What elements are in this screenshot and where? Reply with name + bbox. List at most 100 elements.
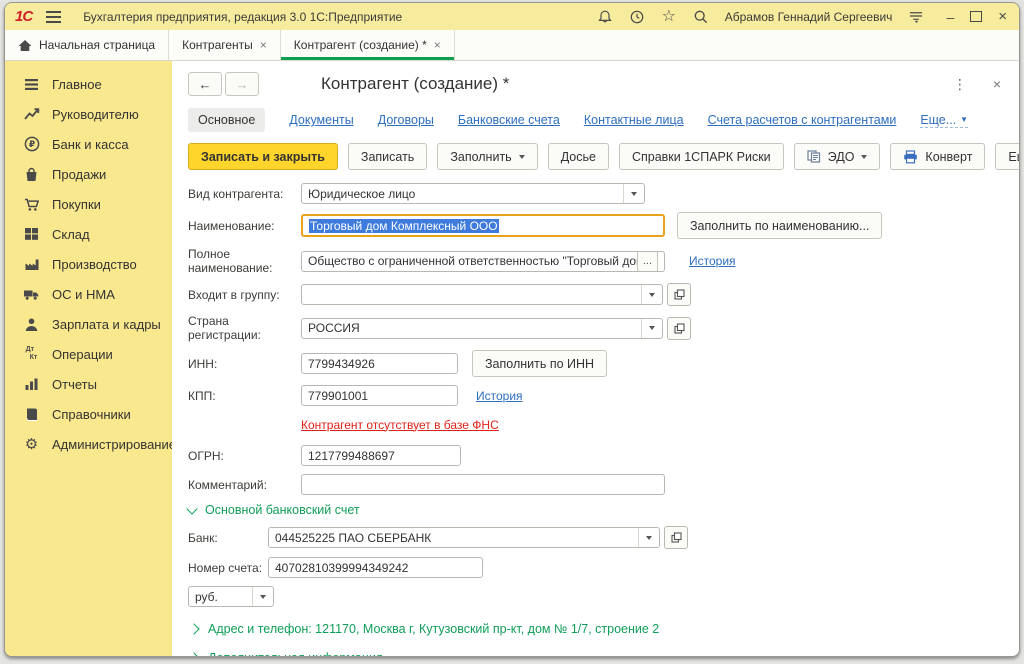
- extra-info-section-toggle[interactable]: Дополнительная информация: [188, 651, 1005, 657]
- app-window: 1С Бухгалтерия предприятия, редакция 3.0…: [4, 2, 1020, 657]
- nav-link-bankovskie-scheta[interactable]: Банковские счета: [458, 113, 560, 127]
- envelope-print-button[interactable]: Конверт: [890, 143, 985, 170]
- group-open-button[interactable]: [667, 283, 691, 306]
- page-title: Контрагент (создание) *: [321, 74, 509, 94]
- save-button[interactable]: Записать: [348, 143, 427, 170]
- window-close-button[interactable]: ×: [998, 9, 1007, 24]
- forward-button[interactable]: →: [225, 72, 259, 96]
- field-label-account: Номер счета:: [188, 561, 268, 575]
- notifications-bell-icon[interactable]: [597, 9, 613, 25]
- combo-dropdown-icon[interactable]: [641, 319, 662, 338]
- sidebar-item-pokupki[interactable]: Покупки: [5, 189, 172, 219]
- sidebar-item-otchety[interactable]: Отчеты: [5, 369, 172, 399]
- comment-input[interactable]: [301, 474, 665, 495]
- gear-icon: ⚙: [23, 436, 40, 453]
- tab-kontragent-create[interactable]: Контрагент (создание) * ×: [281, 30, 455, 60]
- sidebar: Главное Руководителю ₽ Банк и касса Прод…: [5, 61, 172, 656]
- back-button[interactable]: ←: [188, 72, 222, 96]
- sidebar-item-glavnoe[interactable]: Главное: [5, 69, 172, 99]
- sidebar-item-rukovoditelyu[interactable]: Руководителю: [5, 99, 172, 129]
- nav-link-dokumenty[interactable]: Документы: [289, 113, 353, 127]
- fill-dropdown-button[interactable]: Заполнить: [437, 143, 537, 170]
- combo-dropdown-icon[interactable]: [623, 184, 644, 203]
- boxes-grid-icon: [23, 226, 40, 243]
- full-name-input[interactable]: Общество с ограниченной ответственностью…: [301, 251, 665, 272]
- nav-link-kontaktnye-lica[interactable]: Контактные лица: [584, 113, 684, 127]
- current-user: Абрамов Геннадий Сергеевич: [725, 10, 893, 24]
- sidebar-item-spravochniki[interactable]: Справочники: [5, 399, 172, 429]
- sidebar-item-operacii[interactable]: ДтКт Операции: [5, 339, 172, 369]
- printer-icon: [903, 150, 918, 164]
- minimize-button[interactable]: –: [946, 10, 954, 24]
- main-menu-icon[interactable]: [46, 11, 61, 23]
- chevron-right-icon: [188, 652, 199, 657]
- kpp-input[interactable]: 779901001: [301, 385, 458, 406]
- field-label-ogrn: ОГРН:: [188, 449, 301, 463]
- fill-by-name-button[interactable]: Заполнить по наименованию...: [677, 212, 882, 239]
- nav-link-scheta-raschetov[interactable]: Счета расчетов с контрагентами: [708, 113, 897, 127]
- spark-button[interactable]: Справки 1СПАРК Риски: [619, 143, 784, 170]
- sidebar-item-sklad[interactable]: Склад: [5, 219, 172, 249]
- nav-link-osnovnoe[interactable]: Основное: [188, 108, 265, 132]
- more-dropdown-button[interactable]: Еще: [995, 143, 1020, 170]
- menu-lines-icon: [23, 76, 40, 93]
- sidebar-item-zarplata-i-kadry[interactable]: Зарплата и кадры: [5, 309, 172, 339]
- sidebar-item-proizvodstvo[interactable]: Производство: [5, 249, 172, 279]
- edo-dropdown-button[interactable]: ЭДО: [794, 143, 881, 170]
- bank-combo[interactable]: 044525225 ПАО СБЕРБАНК: [268, 527, 660, 548]
- kpp-history-link[interactable]: История: [476, 389, 523, 403]
- account-number-input[interactable]: 40702810399994349242: [268, 557, 483, 578]
- history-icon[interactable]: [629, 9, 645, 25]
- field-label-group: Входит в группу:: [188, 288, 301, 302]
- trend-chart-icon: [23, 106, 40, 123]
- country-combo[interactable]: РОССИЯ: [301, 318, 663, 339]
- open-form-icon: [674, 289, 685, 300]
- combo-dropdown-icon[interactable]: [252, 587, 273, 606]
- combo-dropdown-icon[interactable]: [641, 285, 662, 304]
- maximize-button[interactable]: [970, 11, 982, 22]
- tab-bar: Начальная страница Контрагенты × Контраг…: [5, 30, 1019, 61]
- nav-link-dogovory[interactable]: Договоры: [378, 113, 434, 127]
- form-menu-kebab-icon[interactable]: ⋮: [953, 76, 967, 93]
- currency-combo[interactable]: руб.: [188, 586, 274, 607]
- address-section-toggle[interactable]: Адрес и телефон: 121170, Москва г, Кутуз…: [188, 622, 1005, 636]
- truck-icon: [23, 286, 40, 303]
- titlebar: 1С Бухгалтерия предприятия, редакция 3.0…: [5, 3, 1019, 30]
- favorites-star-icon[interactable]: ☆: [661, 9, 677, 25]
- fns-warning-link[interactable]: Контрагент отсутствует в базе ФНС: [301, 418, 499, 432]
- country-open-button[interactable]: [667, 317, 691, 340]
- sidebar-item-os-i-nma[interactable]: ОС и НМА: [5, 279, 172, 309]
- service-settings-icon[interactable]: [908, 9, 924, 25]
- dossier-button[interactable]: Досье: [548, 143, 609, 170]
- kind-combo[interactable]: Юридическое лицо: [301, 183, 645, 204]
- group-combo[interactable]: [301, 284, 663, 305]
- full-name-history-link[interactable]: История: [689, 254, 736, 268]
- bank-open-button[interactable]: [664, 526, 688, 549]
- home-icon: [18, 39, 32, 52]
- sidebar-item-prodazhi[interactable]: Продажи: [5, 159, 172, 189]
- field-label-comment: Комментарий:: [188, 478, 301, 492]
- tab-close-icon[interactable]: ×: [260, 39, 267, 51]
- tab-kontragenty[interactable]: Контрагенты ×: [169, 30, 281, 60]
- search-icon[interactable]: [693, 9, 709, 25]
- tab-home[interactable]: Начальная страница: [5, 30, 169, 60]
- field-label-full-name: Полное наименование:: [188, 247, 301, 275]
- save-and-close-button[interactable]: Записать и закрыть: [188, 143, 338, 170]
- tab-close-icon[interactable]: ×: [434, 39, 441, 51]
- nav-more-button[interactable]: Еще...▼: [920, 113, 968, 128]
- bank-section-toggle[interactable]: Основной банковский счет: [188, 503, 1005, 517]
- field-label-bank: Банк:: [188, 531, 268, 545]
- form-close-icon[interactable]: ×: [993, 76, 1001, 92]
- person-icon: [23, 316, 40, 333]
- sidebar-item-bank-i-kassa[interactable]: ₽ Банк и касса: [5, 129, 172, 159]
- field-label-country: Страна регистрации:: [188, 314, 301, 342]
- name-input[interactable]: Торговый дом Комплексный ООО: [301, 214, 665, 237]
- edo-documents-icon: [807, 150, 821, 163]
- combo-dropdown-icon[interactable]: [638, 528, 659, 547]
- fill-by-inn-button[interactable]: Заполнить по ИНН: [472, 350, 607, 377]
- inn-input[interactable]: 7799434926: [301, 353, 458, 374]
- ogrn-input[interactable]: 1217799488697: [301, 445, 461, 466]
- ruble-circle-icon: ₽: [23, 136, 40, 153]
- full-name-expand-button[interactable]: ...: [637, 251, 658, 272]
- sidebar-item-administrirovanie[interactable]: ⚙ Администрирование: [5, 429, 172, 459]
